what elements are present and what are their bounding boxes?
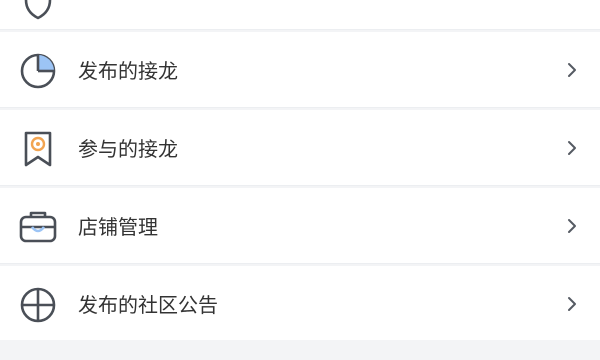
menu-item-partial[interactable] (0, 0, 600, 30)
menu-item-joined-relay[interactable]: 参与的接龙 (0, 110, 600, 186)
shield-icon (18, 0, 58, 22)
menu-item-label: 发布的接龙 (78, 59, 178, 83)
chevron-right-icon (560, 214, 584, 238)
chevron-right-icon (560, 58, 584, 82)
chevron-right-icon (560, 292, 584, 316)
globe-icon (18, 285, 58, 325)
menu-item-label: 店铺管理 (78, 215, 158, 239)
badge-flower-icon (18, 129, 58, 169)
menu-item-published-relay[interactable]: 发布的接龙 (0, 32, 600, 108)
menu-item-label: 参与的接龙 (78, 137, 178, 161)
menu-item-label: 发布的社区公告 (78, 293, 218, 317)
briefcase-icon (18, 207, 58, 247)
menu-item-shop-management[interactable]: 店铺管理 (0, 188, 600, 264)
menu-item-community-notices[interactable]: 发布的社区公告 (0, 266, 600, 342)
pie-chart-icon (18, 51, 58, 91)
page-background (0, 340, 600, 360)
chevron-right-icon (560, 136, 584, 160)
